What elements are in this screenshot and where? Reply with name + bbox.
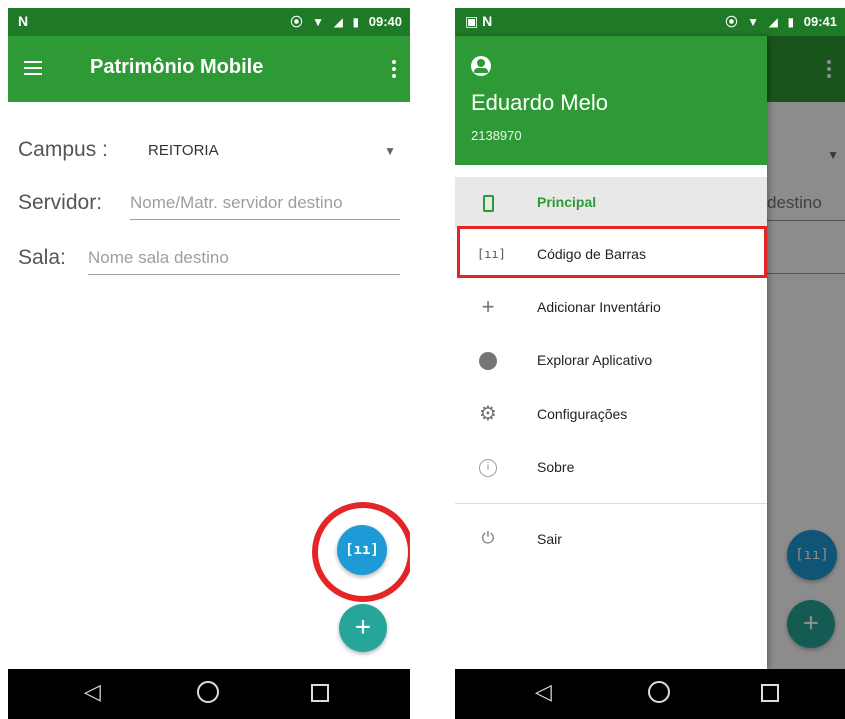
system-nav-bar: ◁ bbox=[455, 669, 845, 719]
main-screen: N ⦿ ▼ ◢ ▮ 09:40 Patrimônio Mobile Campus… bbox=[8, 8, 410, 719]
dropdown-caret-icon[interactable]: ▼ bbox=[384, 144, 396, 158]
drawer-item-label: Adicionar Inventário bbox=[537, 299, 661, 315]
compass-icon bbox=[477, 349, 499, 371]
user-id: 2138970 bbox=[471, 128, 522, 143]
highlight-box bbox=[457, 226, 767, 278]
barcode-scan-fab[interactable]: [ıı] bbox=[337, 525, 387, 575]
phone-icon bbox=[477, 191, 499, 213]
app-title: Patrimônio Mobile bbox=[90, 56, 264, 78]
status-icons: ⦿ ▼ ◢ ▮ 09:40 bbox=[291, 13, 403, 30]
barcode-scan-icon: [ıı] bbox=[345, 542, 379, 558]
drawer-item-label: Sair bbox=[537, 531, 562, 547]
add-fab[interactable]: + bbox=[339, 604, 387, 652]
back-icon[interactable]: ◁ bbox=[84, 679, 101, 705]
more-vert-icon[interactable] bbox=[390, 58, 396, 80]
navigation-drawer: Eduardo Melo 2138970 Principal [ıı] Códi… bbox=[455, 36, 767, 669]
clock: 09:41 bbox=[803, 14, 837, 29]
sala-label: Sala: bbox=[18, 246, 66, 269]
status-icons: ⦿ ▼ ◢ ▮ 09:41 bbox=[726, 13, 838, 30]
signal-icon: ◢ bbox=[768, 15, 778, 29]
vibrate-icon: ⦿ bbox=[725, 15, 738, 29]
battery-icon: ▮ bbox=[787, 15, 795, 29]
drawer-item-label: Principal bbox=[537, 194, 597, 210]
drawer-item-principal[interactable]: Principal bbox=[455, 177, 767, 229]
system-nav-bar: ◁ bbox=[8, 669, 410, 719]
drawer-item-configuracoes[interactable]: ⚙ Configurações bbox=[455, 389, 767, 441]
user-name: Eduardo Melo bbox=[471, 90, 608, 115]
clock: 09:40 bbox=[368, 14, 402, 29]
sala-row: Sala: Nome sala destino bbox=[18, 246, 400, 280]
signal-icon: ◢ bbox=[333, 15, 343, 29]
back-icon[interactable]: ◁ bbox=[535, 679, 552, 705]
home-icon[interactable] bbox=[197, 681, 219, 703]
sala-input[interactable]: Nome sala destino bbox=[88, 248, 400, 275]
campus-row: Campus : REITORIA ▼ bbox=[18, 138, 400, 168]
notification-n-icon: N bbox=[18, 13, 29, 29]
info-icon: i bbox=[477, 456, 499, 478]
drawer-item-label: Configurações bbox=[537, 406, 628, 422]
wifi-icon: ▼ bbox=[747, 15, 760, 29]
app-bar: Patrimônio Mobile bbox=[8, 36, 410, 102]
drawer-item-label: Explorar Aplicativo bbox=[537, 352, 653, 368]
servidor-row: Servidor: Nome/Matr. servidor destino bbox=[18, 191, 400, 225]
battery-icon: ▮ bbox=[352, 15, 360, 29]
drawer-header: Eduardo Melo 2138970 bbox=[455, 36, 767, 165]
drawer-screen: ▼ destino [ıı] + ▣ N ⦿ ▼ ◢ ▮ 09:41 Eduar… bbox=[455, 8, 845, 719]
drawer-item-label: Sobre bbox=[537, 459, 575, 475]
power-icon: ⏻ bbox=[481, 530, 495, 547]
drawer-item-sobre[interactable]: i Sobre bbox=[455, 442, 767, 494]
campus-label: Campus : bbox=[18, 138, 108, 161]
vibrate-icon: ⦿ bbox=[290, 15, 303, 29]
plus-icon: + bbox=[481, 294, 495, 319]
campus-select[interactable]: REITORIA bbox=[148, 142, 219, 159]
status-bar: ▣ N ⦿ ▼ ◢ ▮ 09:41 bbox=[455, 8, 845, 36]
wifi-icon: ▼ bbox=[312, 15, 325, 29]
notification-icons: ▣ N bbox=[465, 13, 493, 29]
drawer-item-explorar-aplicativo[interactable]: Explorar Aplicativo bbox=[455, 335, 767, 387]
status-bar: N ⦿ ▼ ◢ ▮ 09:40 bbox=[8, 8, 410, 36]
recents-icon[interactable] bbox=[761, 684, 779, 702]
drawer-item-sair[interactable]: ⏻ Sair bbox=[455, 514, 767, 566]
account-circle-icon bbox=[471, 56, 491, 76]
servidor-input[interactable]: Nome/Matr. servidor destino bbox=[130, 193, 400, 220]
home-icon[interactable] bbox=[648, 681, 670, 703]
recents-icon[interactable] bbox=[311, 684, 329, 702]
drawer-item-adicionar-inventario[interactable]: + Adicionar Inventário bbox=[455, 282, 767, 334]
hamburger-menu-icon[interactable] bbox=[22, 56, 46, 80]
plus-icon: + bbox=[355, 612, 371, 642]
servidor-label: Servidor: bbox=[18, 191, 103, 214]
gear-icon: ⚙ bbox=[479, 403, 497, 425]
drawer-divider bbox=[455, 503, 767, 504]
